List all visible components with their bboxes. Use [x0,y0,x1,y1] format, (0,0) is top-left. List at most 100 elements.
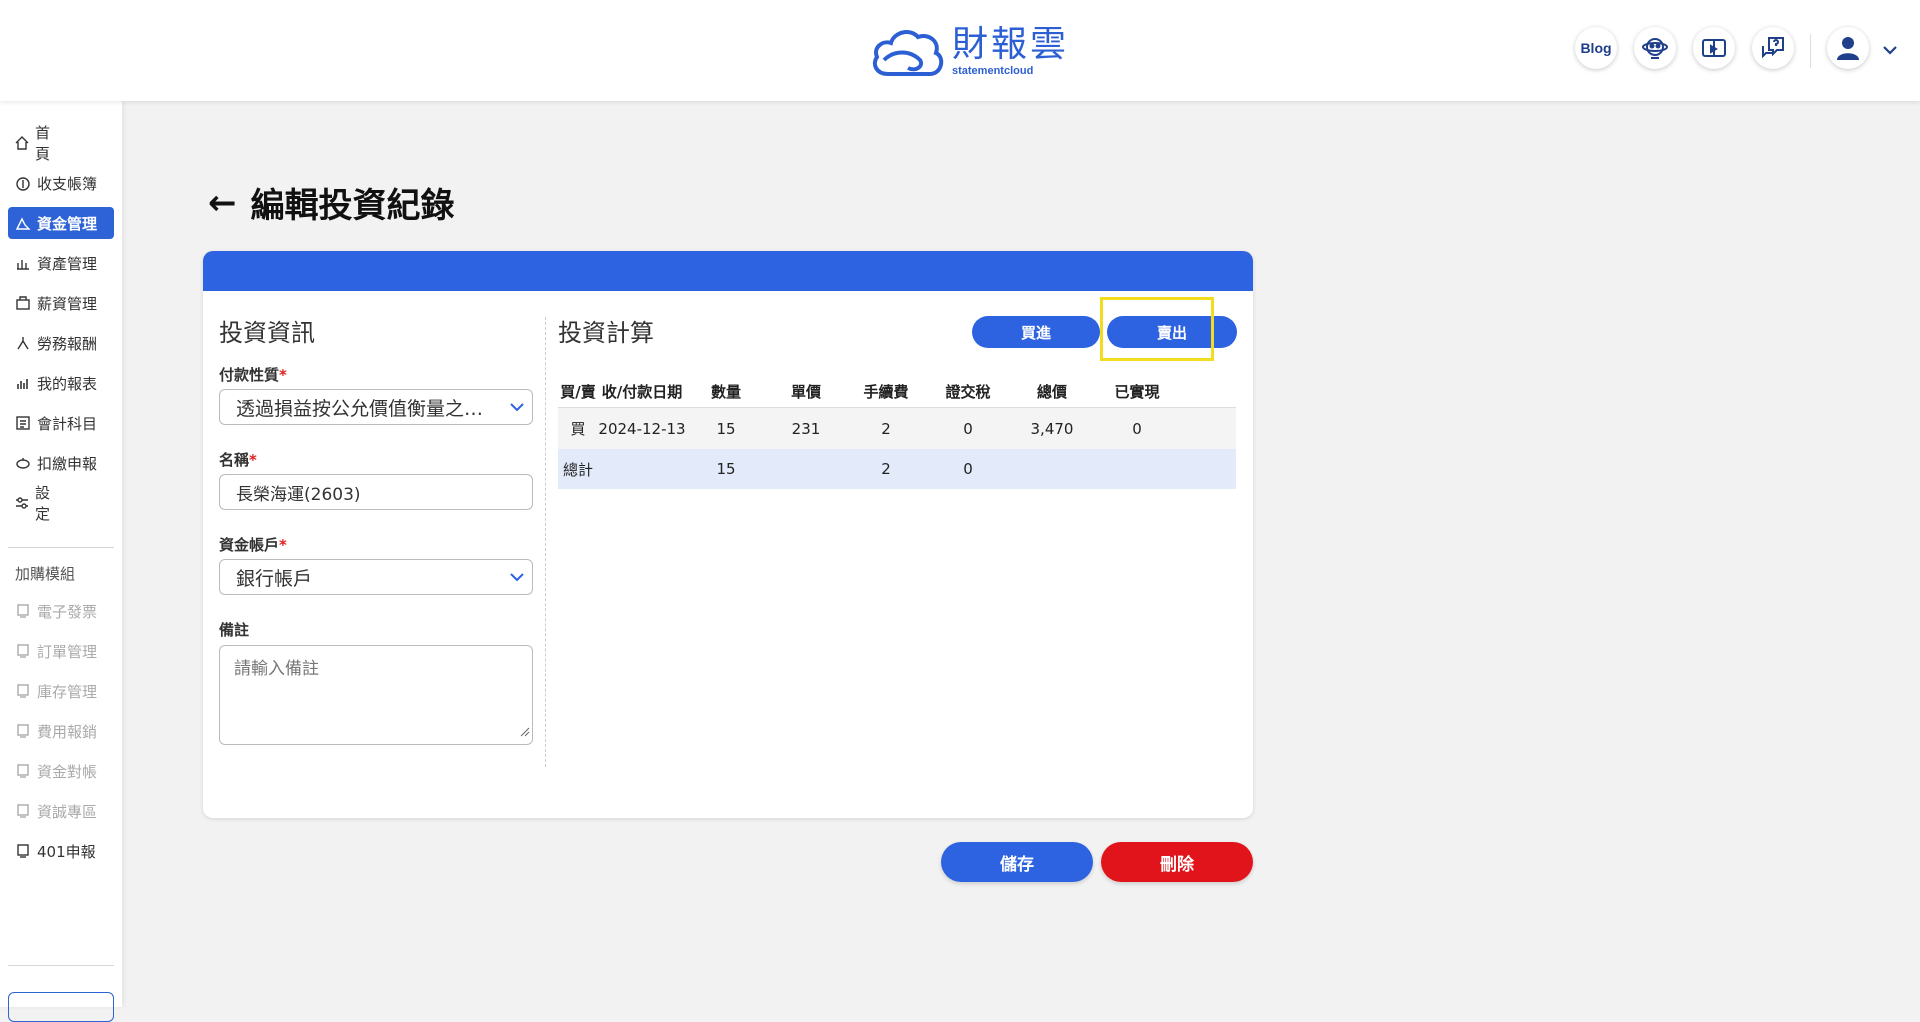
sidebar-item-label: 扣繳申報 [37,454,98,473]
section-divider [545,317,546,767]
fund-account-label: 資金帳戶* [219,534,287,555]
save-button[interactable]: 儲存 [941,842,1093,882]
name-label-text: 名稱 [219,451,250,469]
investment-calc-title: 投資計算 [558,319,654,347]
name-value: 長榮海運(2603) [236,484,361,505]
sell-highlight-box [1100,297,1214,361]
note-textarea[interactable]: 請輸入備註 [219,645,533,745]
required-mark: * [279,536,287,554]
name-input[interactable]: 長榮海運(2603) [219,474,533,510]
table-cell: 2 [881,460,891,478]
payment-type-label: 付款性質* [219,364,287,385]
buy-button[interactable]: 買進 [972,316,1100,348]
table-cell: 0 [1132,419,1142,438]
back-arrow-icon[interactable]: ← [208,183,237,223]
sidebar-module-pwc-zone[interactable]: 資誠專區 [8,795,114,827]
investment-info-title: 投資資訊 [219,319,315,347]
sidebar-item-fund-management[interactable]: 資金管理 [8,207,114,239]
sidebar-item-label: 我的報表 [37,374,98,393]
investment-card: 投資資訊 付款性質* 透過損益按公允價值衡量之金融資產 名稱* 長榮海運(260… [203,251,1253,818]
sidebar-item-label: 電子發票 [37,602,98,621]
sidebar-item-ledger[interactable]: 收支帳簿 [8,167,114,199]
sidebar-module-order-management[interactable]: 訂單管理 [8,635,114,667]
blog-button[interactable]: Blog [1575,27,1617,69]
sidebar-item-my-reports[interactable]: 我的報表 [8,367,114,399]
investment-table: 買/賣 收/付款日期 數量 單價 手續費 證交稅 總價 已實現 買 2024-1… [558,375,1236,489]
fund-account-label-text: 資金帳戶 [219,536,280,554]
table-cell: 0 [963,419,973,438]
sidebar-item-label: 費用報銷 [37,722,98,741]
delete-button[interactable]: 刪除 [1101,842,1253,882]
sidebar-item-label: 首頁 [35,124,81,163]
fund-account-select[interactable]: 銀行帳戶 [219,559,533,595]
col-header: 收/付款日期 [601,382,683,401]
user-avatar-icon[interactable] [1827,27,1869,69]
sidebar-item-label: 庫存管理 [37,682,98,701]
table-row[interactable]: 買 2024-12-13 15 231 2 0 3,470 0 [558,407,1236,449]
note-placeholder: 請輸入備註 [234,659,319,679]
sidebar-bottom-button[interactable] [8,992,114,1022]
sidebar-item-label: 勞務報酬 [37,334,98,353]
payment-type-select[interactable]: 透過損益按公允價值衡量之金融資產 [219,389,533,425]
sidebar-module-fund-reconciliation[interactable]: 資金對帳 [8,755,114,787]
module-icon [14,762,32,780]
table-cell: 總計 [562,460,593,479]
required-mark: * [279,366,287,384]
sidebar-item-withholding-filing[interactable]: 扣繳申報 [8,447,114,479]
sidebar-divider [8,547,114,548]
table-cell: 15 [716,460,736,478]
tax-icon [14,454,32,472]
sidebar-item-labor-remuneration[interactable]: 勞務報酬 [8,327,114,359]
sidebar-item-label: 薪資管理 [37,294,98,313]
sidebar-item-salary-management[interactable]: 薪資管理 [8,287,114,319]
sidebar-module-expense-reimbursement[interactable]: 費用報銷 [8,715,114,747]
table-cell: 2024-12-13 [598,419,686,438]
labor-icon [14,334,32,352]
module-icon [14,642,32,660]
money-icon [14,174,32,192]
table-cell: 2 [881,419,891,438]
logo-title: 財報雲 [952,24,1070,65]
sidebar-divider [8,965,114,966]
cloud-logo-icon [872,30,944,76]
sidebar-item-home[interactable]: 首頁 [8,124,114,163]
sidebar-item-settings[interactable]: 設定 [8,484,114,523]
video-book-icon[interactable] [1693,27,1735,69]
home-icon [14,134,30,152]
table-cell: 0 [963,460,973,478]
sidebar-module-401-filing[interactable]: 401申報 [8,835,114,867]
sidebar-item-label: 會計科目 [37,414,98,433]
table-total-row: 總計 15 2 0 [558,449,1236,489]
chevron-down-icon [502,571,532,583]
sidebar-item-label: 資產管理 [37,254,98,273]
sidebar-module-e-invoice[interactable]: 電子發票 [8,595,114,627]
resize-handle-icon[interactable] [520,722,530,742]
sidebar-item-asset-management[interactable]: 資產管理 [8,247,114,279]
help-chat-icon[interactable] [1752,27,1794,69]
module-section-title: 加購模組 [15,565,76,583]
page-title: ← 編輯投資紀錄 [208,178,455,227]
col-header: 單價 [790,382,821,401]
header-divider [1810,34,1811,68]
module-icon [14,722,32,740]
sidebar-module-inventory-management[interactable]: 庫存管理 [8,675,114,707]
col-header: 總價 [1036,382,1067,401]
fund-icon [14,214,32,232]
logo[interactable]: 財報雲 statementcloud [870,22,1069,82]
robot-icon[interactable] [1634,27,1676,69]
chevron-down-icon [502,401,532,413]
settings-icon [14,494,30,512]
chevron-down-icon[interactable] [1882,40,1898,64]
table-cell: 15 [716,419,736,438]
module-icon [14,682,32,700]
card-header-bar [203,251,1253,291]
sidebar-item-label: 資金對帳 [37,762,98,781]
sidebar: 首頁 收支帳簿 資金管理 資產管理 薪資管理 勞務報酬 我的報表 會計科目 扣繳… [0,101,122,1022]
payment-type-label-text: 付款性質 [219,366,280,384]
module-icon [14,842,32,860]
col-header: 手續費 [863,382,909,401]
table-cell: 買 [570,420,586,438]
sidebar-item-label: 設定 [35,484,81,523]
table-cell: 231 [791,419,821,438]
sidebar-item-accounting-subjects[interactable]: 會計科目 [8,407,114,439]
